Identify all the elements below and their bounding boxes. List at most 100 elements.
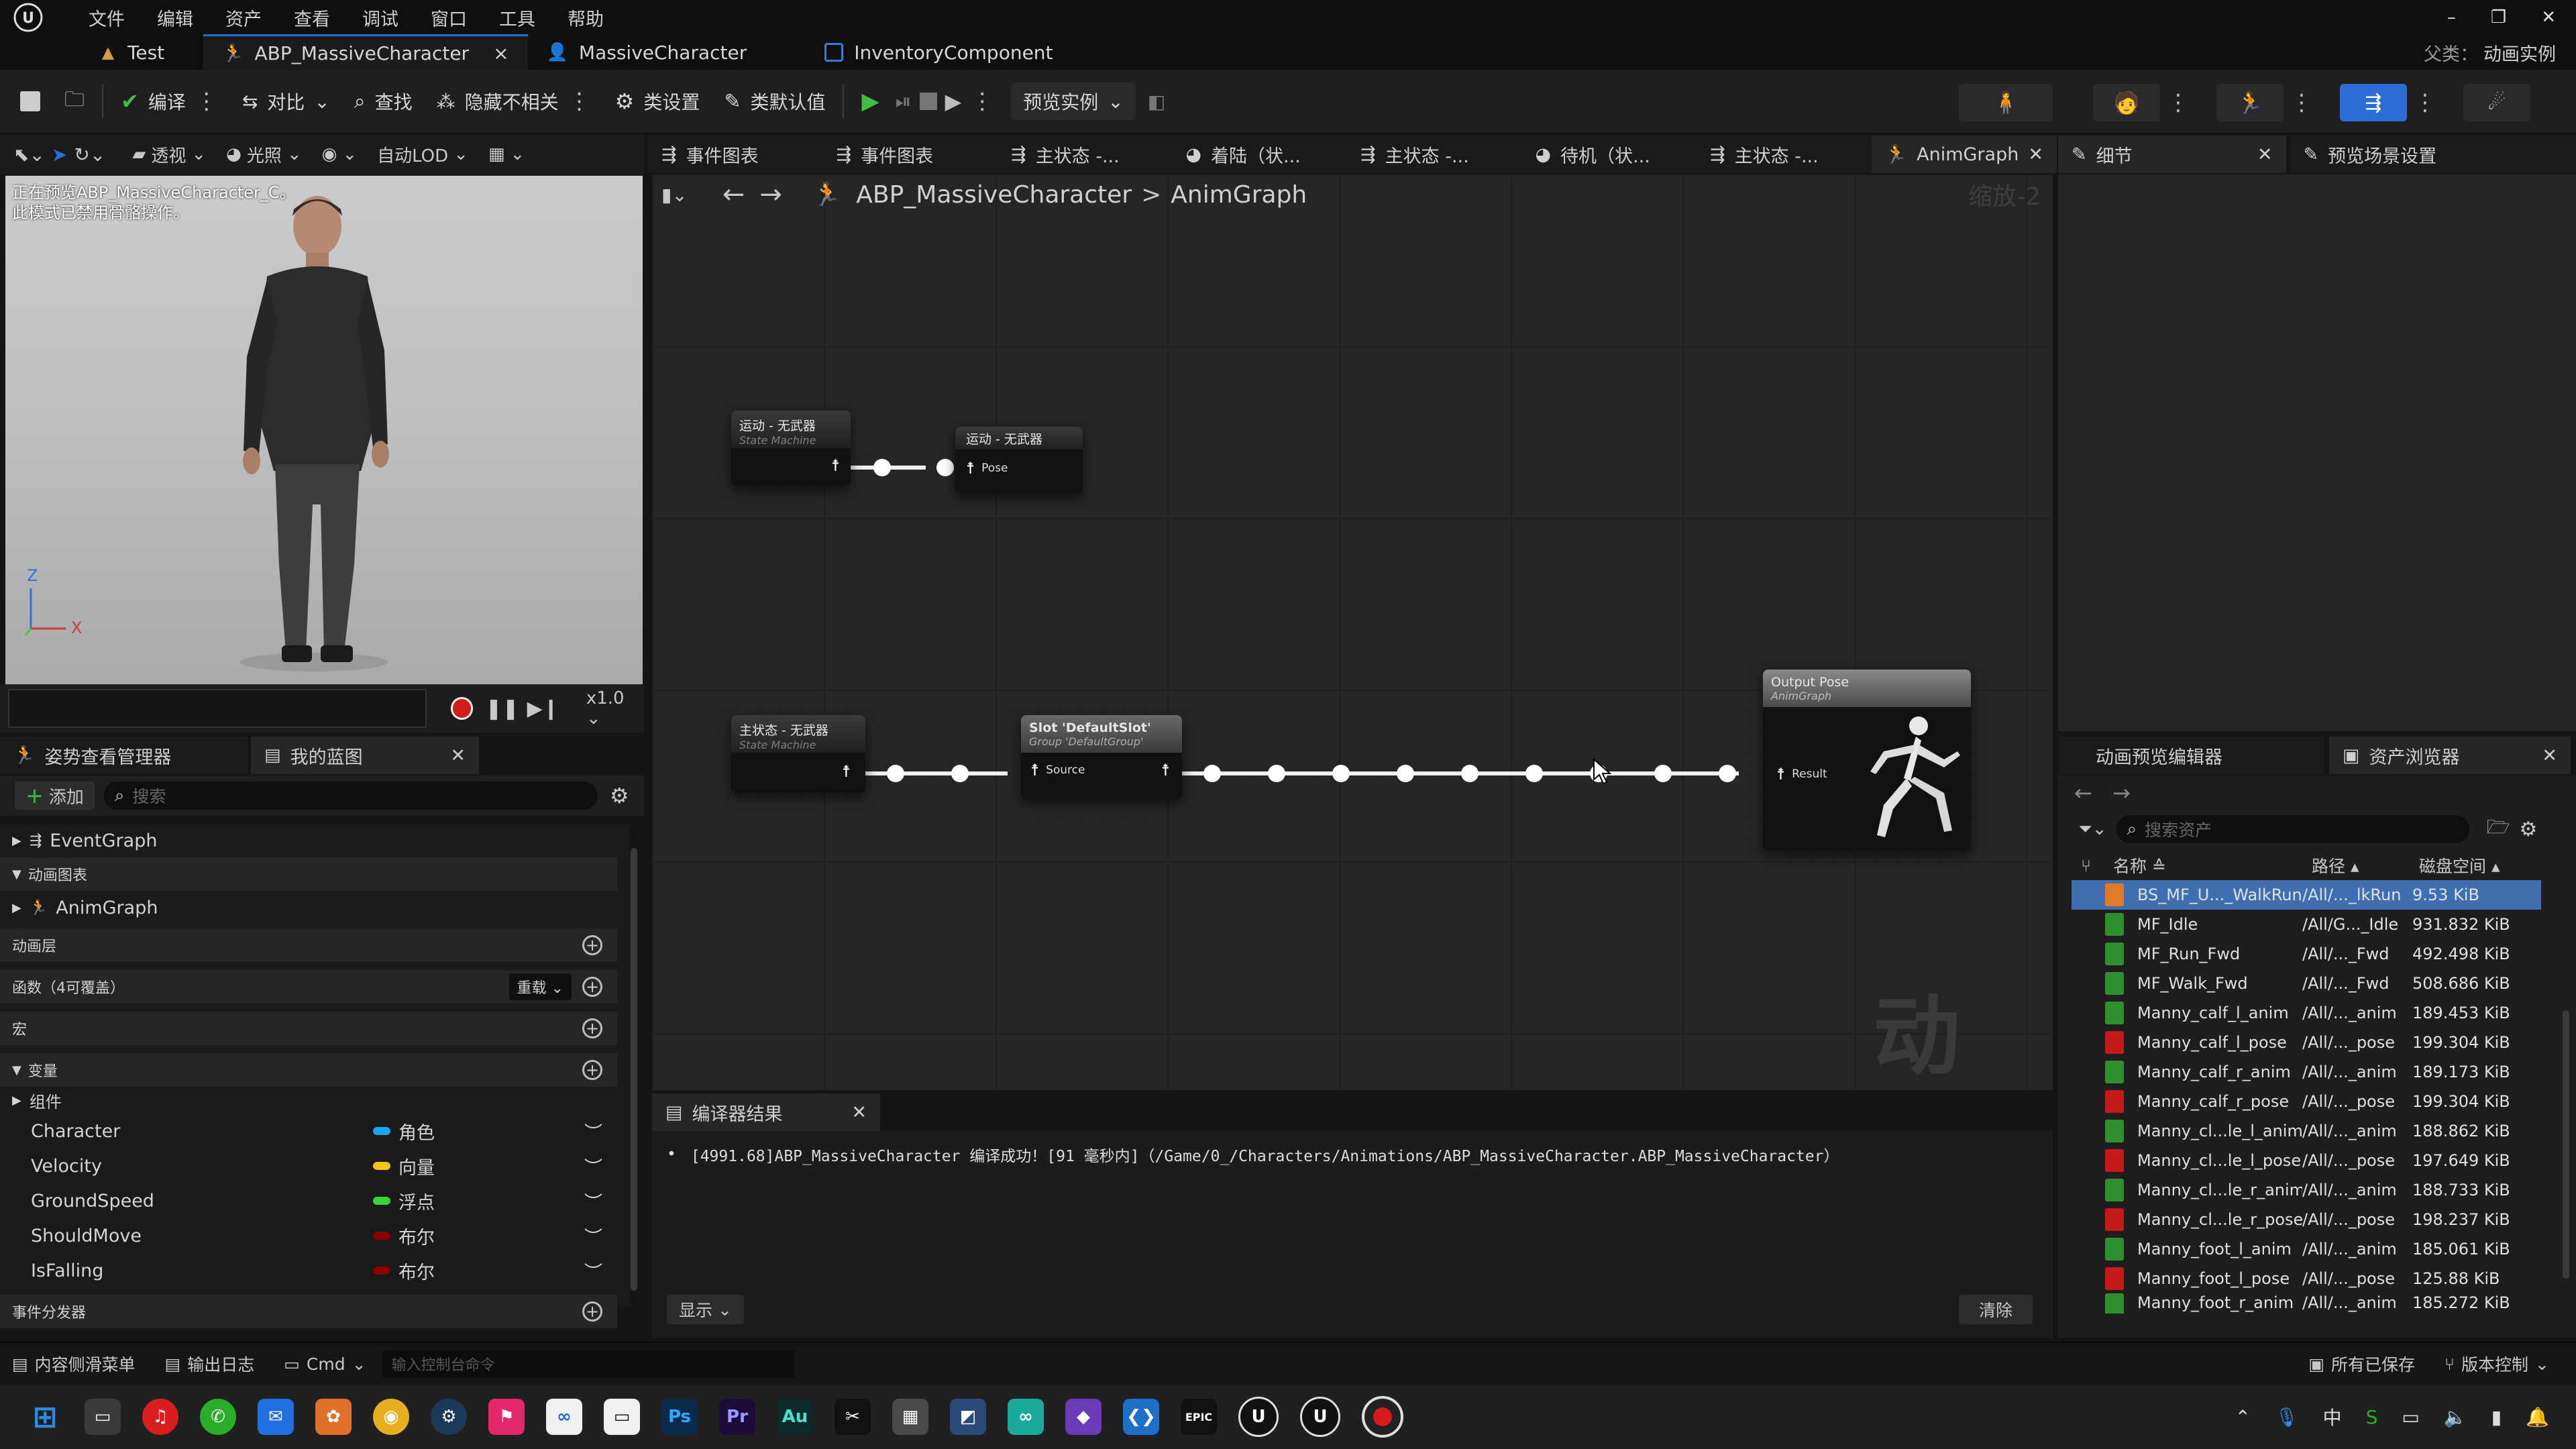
cursor-icon[interactable]: ➤ [52, 144, 67, 166]
asset-row[interactable]: MF_Walk_Fwd /All/..._Fwd 508.686 KiB [2072, 969, 2541, 998]
forward-arrow-icon[interactable]: → [2112, 780, 2131, 806]
windows-start-icon[interactable]: ⊞ [27, 1399, 63, 1435]
save-button[interactable] [8, 78, 52, 125]
pose-output-pin-icon[interactable]: ☨ [842, 762, 851, 781]
notification-bell-icon[interactable]: 🔔 [2526, 1406, 2549, 1428]
slot-node-default[interactable]: Slot 'DefaultSlot' Group 'DefaultGroup' … [1021, 715, 1182, 800]
visibility-eye-icon[interactable]: ︶ [584, 1223, 602, 1249]
back-arrow-icon[interactable]: ← [2074, 780, 2092, 806]
browse-button[interactable]: 🗀 [52, 78, 97, 125]
graph-tab-main-state-1[interactable]: ⇶ 主状态 -... [998, 136, 1173, 173]
parent-class-value[interactable]: 动画实例 [2483, 40, 2556, 66]
close-tab-icon[interactable]: ✕ [2257, 144, 2273, 165]
tab-inventory-component[interactable]: InventoryComponent [806, 35, 1071, 70]
show-dropdown[interactable]: 显示 ⌄ [667, 1295, 744, 1324]
record-icon[interactable] [450, 697, 474, 720]
category-event-dispatchers[interactable]: 事件分发器 + [0, 1295, 617, 1328]
tab-asset-browser[interactable]: ▣ 资产浏览器 ✕ [2329, 737, 2571, 774]
lod-button[interactable]: 自动LOD ⌄ [377, 142, 468, 167]
components-item[interactable]: ▶ 组件 [0, 1087, 617, 1114]
tab-anim-preview-editor[interactable]: 动画预览编辑器 [2058, 737, 2324, 774]
settings-gear-icon[interactable]: ⚙ [610, 783, 629, 808]
pose-output-pin-icon[interactable]: ☨ [831, 456, 840, 475]
unreal-app-icon[interactable]: U [1238, 1397, 1279, 1437]
variable-row[interactable]: IsFalling 布尔 ︶ [0, 1253, 617, 1288]
hide-unrelated-button[interactable]: ⁂ 隐藏不相关 ⋮ [425, 78, 603, 125]
play-more-icon[interactable]: ⋮ [971, 88, 994, 115]
add-dispatcher-icon[interactable]: + [582, 1301, 602, 1322]
asset-row[interactable]: Manny_cl...le_l_pose /All/..._pose 197.6… [2072, 1146, 2541, 1175]
graph-tab-event-graph-1[interactable]: ⇶ 事件图表 [648, 136, 823, 173]
recorder-app-icon[interactable] [1362, 1396, 1403, 1438]
close-window-button[interactable]: ✕ [2541, 7, 2556, 28]
unreal-logo-icon[interactable]: U [0, 0, 56, 35]
animation-mode-button[interactable]: 🏃 [2216, 84, 2284, 121]
asset-row[interactable]: Manny_foot_l_pose /All/..._pose 125.88 K… [2072, 1264, 2541, 1293]
wire-reroute-node[interactable] [1332, 765, 1350, 782]
more-options-icon[interactable]: ⋮ [568, 88, 591, 115]
restore-button[interactable]: ❐ [2491, 7, 2506, 28]
graph-tab-main-state-2[interactable]: ⇶ 主状态 -... [1347, 136, 1522, 173]
blueprint-search-input[interactable]: ⌕ 搜索 [103, 782, 598, 810]
filter-icon[interactable]: ⏷⌄ [2078, 819, 2107, 840]
pause-icon[interactable]: ❚❚ [485, 697, 519, 720]
variable-row[interactable]: ShouldMove 布尔 ︶ [0, 1218, 617, 1253]
asset-row[interactable]: Manny_calf_r_pose /All/..._pose 199.304 … [2072, 1087, 2541, 1116]
menu-help[interactable]: 帮助 [568, 5, 604, 31]
graph-tab-main-state-3[interactable]: ⇶ 主状态 -... [1697, 136, 1872, 173]
map-app-icon[interactable]: ◩ [950, 1399, 986, 1435]
output-pose-node[interactable]: Output Pose AnimGraph ☨ Result [1763, 669, 1971, 851]
class-defaults-button[interactable]: ✎ 类默认值 [712, 78, 837, 125]
lit-button[interactable]: ◕ 光照 ⌄ [226, 142, 302, 167]
category-anim-graphs[interactable]: ▼ 动画图表 [0, 857, 617, 891]
wire-reroute-node[interactable] [1397, 765, 1414, 782]
graph-tab-anim-graph[interactable]: 🏃 AnimGraph ✕ [1871, 136, 2057, 173]
variable-type[interactable]: 角色 [373, 1118, 435, 1144]
steam-app-icon[interactable]: ⚙ [431, 1399, 467, 1435]
blueprint-mode-button[interactable]: ⇶ [2340, 84, 2407, 121]
wire-reroute-node[interactable] [1461, 765, 1479, 782]
cmd-dropdown[interactable]: ▭ Cmd ⌄ [284, 1354, 366, 1374]
column-name[interactable]: 名称 ≙ [2113, 853, 2312, 877]
chrome-app-icon[interactable]: ◉ [373, 1399, 409, 1435]
capcut-app-icon[interactable]: ✂ [835, 1399, 871, 1435]
add-macro-icon[interactable]: + [582, 1018, 602, 1038]
rotate-icon[interactable]: ↻⌄ [74, 144, 105, 166]
perspective-button[interactable]: ▰ 透视 ⌄ [132, 142, 206, 167]
source-input-pin[interactable]: ☨ Source [1030, 761, 1085, 780]
visibility-eye-icon[interactable]: ︶ [584, 1188, 602, 1214]
playback-speed[interactable]: x1.0 ⌄ [586, 688, 644, 729]
step-forward-icon[interactable]: ▶❙ [527, 697, 559, 720]
stop-button[interactable] [916, 78, 941, 125]
content-drawer-button[interactable]: ▤ 内容侧滑菜单 [12, 1352, 136, 1376]
asset-row[interactable]: BS_MF_U..._WalkRun /All/..._lkRun 9.53 K… [2072, 880, 2541, 910]
menu-window[interactable]: 窗口 [431, 5, 467, 31]
variable-type[interactable]: 布尔 [373, 1223, 435, 1249]
tree-scrollbar[interactable] [631, 848, 637, 1291]
wire-reroute-node[interactable] [887, 765, 904, 782]
vscode-app-icon[interactable]: ❮❯ [1123, 1399, 1159, 1435]
settings-gear-icon[interactable]: ⚙ [2519, 818, 2537, 841]
wire-reroute-node[interactable] [1719, 765, 1736, 782]
back-arrow-icon[interactable]: ← [722, 179, 745, 210]
column-size[interactable]: 磁盘空间 ▴ [2419, 853, 2500, 877]
menu-asset[interactable]: 资产 [225, 5, 262, 31]
wire-reroute-node[interactable] [1654, 765, 1672, 782]
calculator-app-icon[interactable]: ▦ [892, 1399, 928, 1435]
category-anim-layers[interactable]: 动画层 + [0, 928, 617, 962]
mesh-mode-button[interactable]: 🧑 [2093, 84, 2160, 121]
select-mode-icon[interactable]: ⬉⌄ [13, 144, 45, 166]
result-input-pin[interactable]: ☨ Result [1776, 765, 1827, 784]
pose-output-pin-icon[interactable]: ☨ [1161, 761, 1170, 780]
state-machine-node-locomotion[interactable]: 运动 - 无武器 State Machine ☨ [731, 411, 851, 486]
variable-type[interactable]: 布尔 [373, 1258, 435, 1284]
visual-studio-app-icon[interactable]: ◆ [1065, 1399, 1102, 1435]
category-macros[interactable]: 宏 + [0, 1012, 617, 1045]
tab-compiler-results[interactable]: ▤ 编译器结果 ✕ [652, 1093, 880, 1131]
wechat-app-icon[interactable]: ✆ [200, 1399, 236, 1435]
source-control-button[interactable]: ⑂ 版本控制 ⌄ [2445, 1352, 2549, 1376]
variable-row[interactable]: Character 角色 ︶ [0, 1114, 617, 1148]
compile-options-icon[interactable]: ⋮ [195, 88, 218, 115]
variable-type[interactable]: 向量 [373, 1153, 435, 1179]
chat-app-icon[interactable]: ✉ [258, 1399, 294, 1435]
